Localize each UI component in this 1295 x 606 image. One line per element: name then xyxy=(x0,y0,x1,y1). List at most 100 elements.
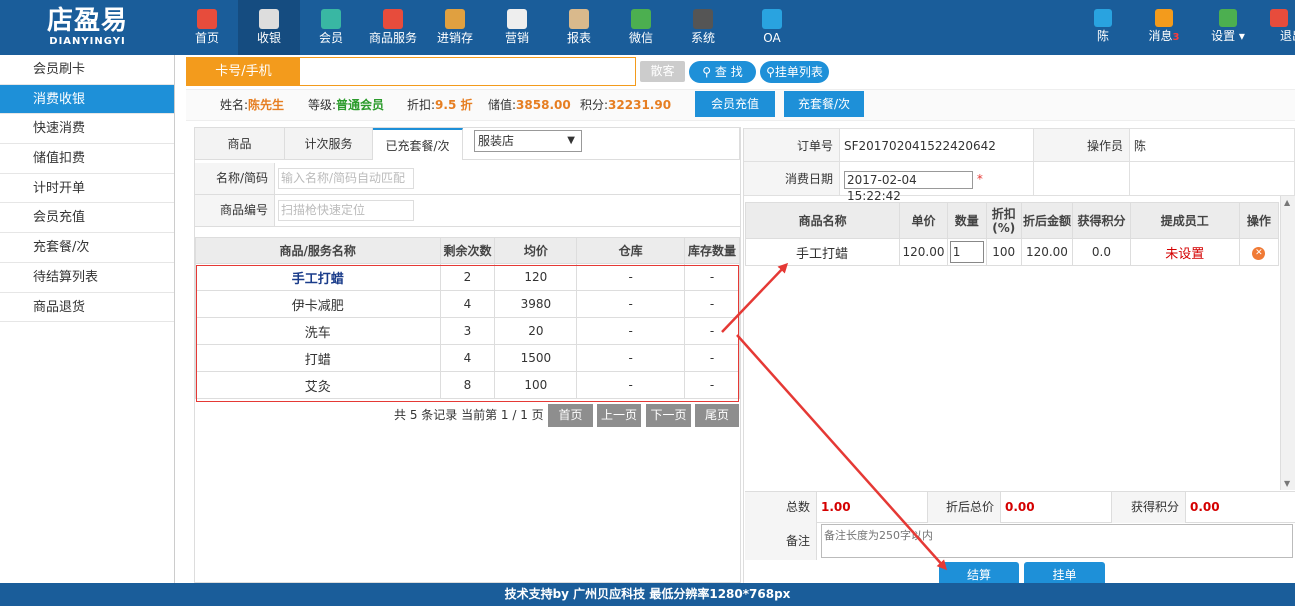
nav-right-item-1[interactable]: 消息3 xyxy=(1136,0,1192,55)
member-balance-value: 3858.00 xyxy=(516,98,571,112)
nav-right-label-text: 退出 xyxy=(1280,29,1295,43)
tab-count-services[interactable]: 计次服务 xyxy=(285,128,373,160)
cell-remaining: 8 xyxy=(439,371,496,399)
pager-first-button[interactable]: 首页 xyxy=(548,404,593,427)
store-select[interactable]: 服装店 ▼ xyxy=(474,130,582,152)
name-filter-row: 名称/简码 输入名称/简码自动匹配 xyxy=(195,163,740,195)
member-name: 姓名:陈先生 xyxy=(220,96,284,113)
delete-icon[interactable]: ✕ xyxy=(1252,247,1266,260)
member-balance-label: 储值: xyxy=(488,98,517,112)
guest-button[interactable]: 散客 xyxy=(640,61,685,82)
chevron-down-icon: ▾ xyxy=(1235,29,1245,43)
sidebar-item-3[interactable]: 储值扣费 xyxy=(0,144,174,174)
pager-prev-button[interactable]: 上一页 xyxy=(597,404,641,427)
nav-item-1[interactable]: 收银 xyxy=(238,0,300,55)
nav-item-4[interactable]: 进销存 xyxy=(424,0,486,55)
nav-item-9[interactable]: OA xyxy=(741,0,803,55)
card-search-bar: 卡号/手机 xyxy=(186,57,636,86)
package-table: 商品/服务名称 剩余次数 均价 仓库 库存数量 手工打蜡 2 120- - 伊卡减肥 4 3… xyxy=(195,237,740,399)
table-row[interactable]: 打蜡 4 1500- - xyxy=(195,344,740,372)
column-header: 均价 xyxy=(494,237,578,264)
sidebar-item-4[interactable]: 计时开单 xyxy=(0,174,174,204)
nav-item-2[interactable]: 会员 xyxy=(300,0,362,55)
order-scrollbar[interactable]: ▲ ▼ xyxy=(1280,196,1295,490)
package-recharge-button[interactable]: 充套餐/次 xyxy=(784,91,864,117)
nav-right-item-0[interactable]: 陈 xyxy=(1075,0,1131,55)
sidebar-item-5[interactable]: 会员充值 xyxy=(0,203,174,234)
held-orders-button[interactable]: ⚲挂单列表 xyxy=(760,61,829,83)
member-points-label: 积分: xyxy=(580,98,609,112)
remark-textarea[interactable] xyxy=(821,524,1293,558)
total-price-label: 折后总价 xyxy=(927,492,1001,523)
column-header: 商品/服务名称 xyxy=(195,237,441,264)
bell-icon xyxy=(1155,9,1173,27)
nav-right-label: 退出 xyxy=(1262,29,1295,43)
cell-remaining: 2 xyxy=(439,263,496,291)
code-filter-input[interactable]: 扫描枪快速定位 xyxy=(278,200,414,221)
search-button-label: 查 找 xyxy=(714,65,743,79)
card-search-label: 卡号/手机 xyxy=(187,58,300,85)
column-header: 折后金额 xyxy=(1020,202,1074,239)
nav-item-6[interactable]: 报表 xyxy=(548,0,610,55)
nav-right-item-2[interactable]: 设置 ▾ xyxy=(1200,0,1256,55)
card-phone-input[interactable] xyxy=(300,58,635,85)
held-orders-label: 挂单列表 xyxy=(774,65,823,79)
member-name-value: 陈先生 xyxy=(248,98,285,112)
nav-right-label-text: 陈 xyxy=(1096,29,1109,43)
table-header-row: 商品名称 单价 数量 折扣 (%) 折后金额 获得积分 提成员工 操作 xyxy=(744,202,1280,239)
sidebar-item-8[interactable]: 商品退货 xyxy=(0,293,174,323)
member-discount: 折扣:9.5 折 xyxy=(407,96,472,113)
cell-remaining: 3 xyxy=(439,317,496,345)
inventory-icon xyxy=(445,9,465,29)
nav-item-7[interactable]: 微信 xyxy=(610,0,672,55)
member-recharge-button[interactable]: 会员充值 xyxy=(695,91,775,117)
cell-remaining: 4 xyxy=(439,344,496,372)
member-level-label: 等级: xyxy=(308,98,337,112)
column-header: 操作 xyxy=(1238,202,1280,239)
cell-warehouse: - xyxy=(576,317,686,345)
nav-right-label-text: 消息 xyxy=(1148,29,1173,43)
scroll-up-icon[interactable]: ▲ xyxy=(1284,198,1290,207)
name-filter-input[interactable]: 输入名称/简码自动匹配 xyxy=(278,168,414,189)
order-no-label: 订单号 xyxy=(744,128,840,162)
total-points-label: 获得积分 xyxy=(1111,492,1186,523)
cell-warehouse: - xyxy=(576,290,686,318)
member-name-label: 姓名: xyxy=(220,98,249,112)
pager-last-button[interactable]: 尾页 xyxy=(695,404,739,427)
table-row[interactable]: 洗车 3 20- - xyxy=(195,317,740,345)
nav-item-label: OA xyxy=(763,31,781,45)
cell-avg: 20 xyxy=(494,317,578,345)
pager-summary: 共 5 条记录 当前第 1 / 1 页 xyxy=(394,408,544,422)
scroll-down-icon[interactable]: ▼ xyxy=(1284,479,1290,488)
tab-purchased-packages[interactable]: 已充套餐/次 xyxy=(373,128,463,160)
tab-products[interactable]: 商品 xyxy=(195,128,285,160)
member-level: 等级:普通会员 xyxy=(308,96,384,113)
sidebar-item-0[interactable]: 会员刷卡 xyxy=(0,55,174,85)
nav-item-label: 会员 xyxy=(318,31,343,45)
sidebar-item-7[interactable]: 待结算列表 xyxy=(0,263,174,293)
cell-name: 洗车 xyxy=(195,317,441,345)
cell-stock: - xyxy=(684,263,740,291)
table-row[interactable]: 艾灸 8 100- - xyxy=(195,371,740,399)
cell-avg: 120 xyxy=(494,263,578,291)
total-count-label: 总数 xyxy=(745,492,817,523)
sidebar-item-6[interactable]: 充套餐/次 xyxy=(0,233,174,263)
table-row[interactable]: 手工打蜡 2 120- - xyxy=(195,263,740,291)
pager-next-button[interactable]: 下一页 xyxy=(646,404,691,427)
sidebar-item-1[interactable]: 消费收银 xyxy=(0,84,174,115)
nav-item-5[interactable]: 营销 xyxy=(486,0,548,55)
item-staff[interactable]: 未设置 xyxy=(1129,238,1240,266)
nav-right-item-3[interactable]: 退出 xyxy=(1262,0,1295,55)
nav-item-8[interactable]: 系统 xyxy=(672,0,734,55)
search-button[interactable]: ⚲ 查 找 xyxy=(689,61,756,83)
empty-cell xyxy=(1130,162,1295,196)
logout-icon xyxy=(1269,9,1288,27)
column-header: 单价 xyxy=(899,202,948,239)
nav-item-3[interactable]: 商品服务 xyxy=(362,0,424,55)
nav-item-0[interactable]: 首页 xyxy=(176,0,238,55)
table-row[interactable]: 伊卡减肥 4 3980- - xyxy=(195,290,740,318)
qty-input[interactable]: 1 xyxy=(949,241,984,263)
sidebar-item-2[interactable]: 快速消费 xyxy=(0,114,174,145)
date-input[interactable]: 2017-02-04 15:22:42 xyxy=(844,170,973,203)
column-header: 数量 xyxy=(946,202,987,239)
